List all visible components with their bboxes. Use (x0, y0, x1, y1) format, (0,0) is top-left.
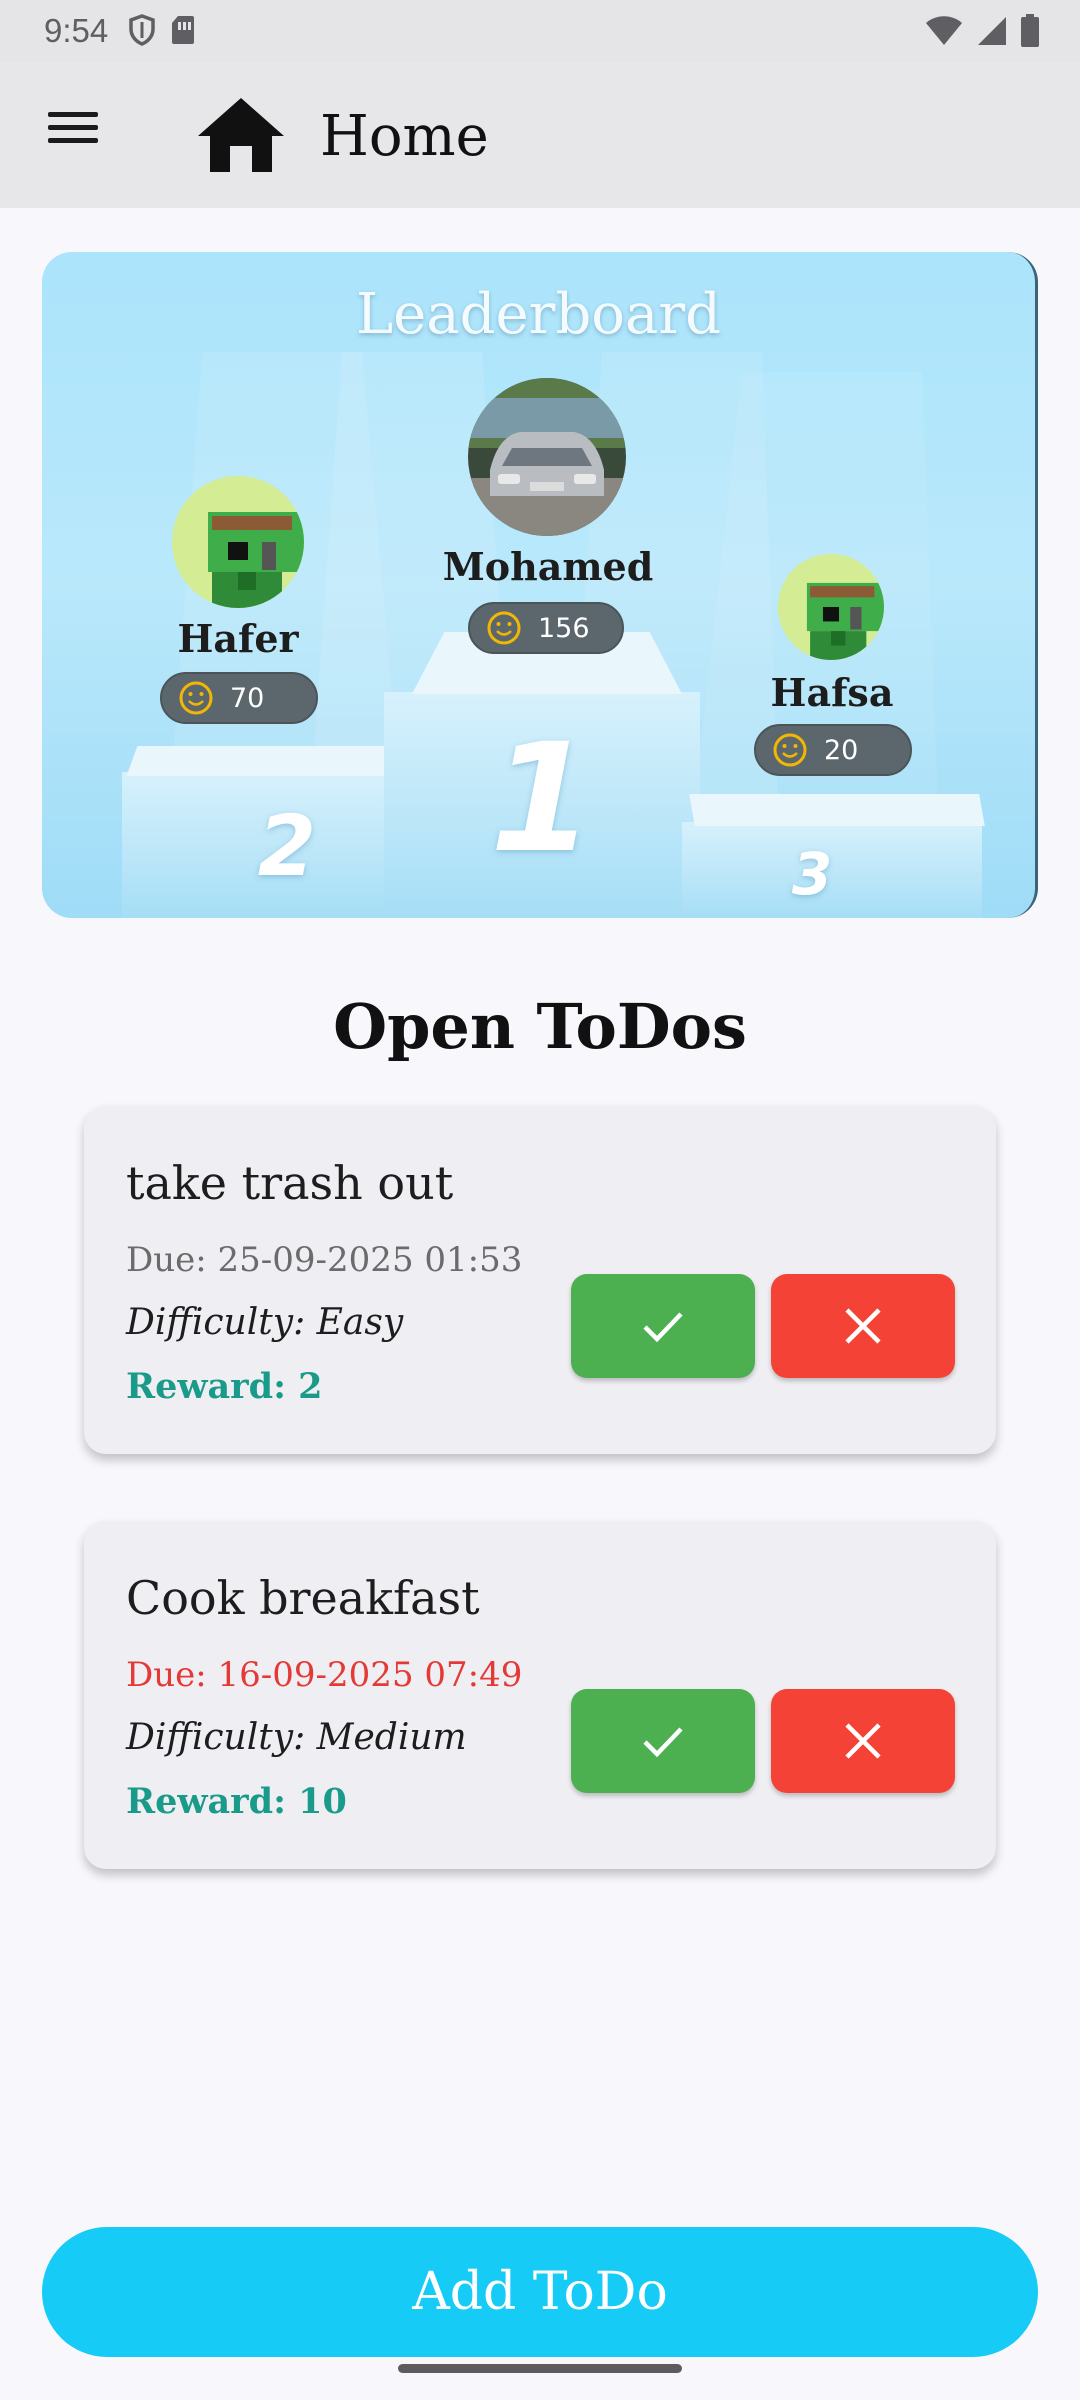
avatar-second-place[interactable] (172, 476, 304, 608)
leaderboard-title: Leaderboard (355, 282, 722, 347)
complete-todo-button[interactable] (571, 1274, 755, 1378)
home-icon (198, 98, 284, 172)
smiley-coin-icon (487, 611, 521, 645)
shield-icon (129, 14, 155, 46)
player-name-first: Mohamed (442, 544, 654, 589)
car-photo-icon (468, 378, 626, 536)
battery-icon (1021, 14, 1039, 47)
gesture-nav-bar[interactable] (398, 2364, 682, 2373)
status-right-icons (924, 14, 1040, 48)
todo-difficulty: Difficulty: Medium (126, 1717, 467, 1758)
player-name-second: Hafer (177, 616, 299, 661)
smiley-coin-icon (179, 681, 213, 715)
todo-due-date-overdue: Due: 16-09-2025 07:49 (126, 1655, 523, 1695)
avatar-third-place[interactable] (778, 554, 884, 660)
check-icon (643, 1727, 683, 1758)
player-name-third: Hafsa (770, 670, 894, 715)
podium-rank-3: 3 (791, 840, 833, 908)
todo-title: take trash out (126, 1156, 454, 1210)
score-badge-second: 70 (160, 672, 318, 724)
delete-todo-button[interactable] (771, 1274, 955, 1378)
podium-third-top (689, 794, 985, 826)
page-title: Home (320, 104, 489, 169)
todo-card[interactable]: take trash out Due: 25-09-2025 01:53 Dif… (84, 1106, 996, 1454)
score-value-third: 20 (824, 734, 859, 766)
score-value-first: 156 (538, 612, 590, 644)
close-icon (845, 1723, 881, 1759)
score-badge-first: 156 (468, 602, 624, 654)
podium-rank-2: 2 (257, 797, 317, 895)
status-bar: 9:54 (0, 0, 1080, 62)
app-bar: Home (0, 62, 1080, 208)
score-value-second: 70 (230, 682, 265, 714)
complete-todo-button[interactable] (571, 1689, 755, 1793)
status-left-icons (128, 14, 196, 46)
todo-reward: Reward: 2 (126, 1366, 323, 1407)
smiley-coin-icon (773, 733, 807, 767)
section-title-open-todos: Open ToDos (333, 990, 747, 1063)
delete-todo-button[interactable] (771, 1689, 955, 1793)
todo-difficulty: Difficulty: Easy (126, 1302, 404, 1343)
todo-card[interactable]: Cook breakfast Due: 16-09-2025 07:49 Dif… (84, 1521, 996, 1869)
pixel-character-icon (172, 476, 304, 608)
podium-rank-1: 1 (489, 712, 595, 886)
leaderboard-card: Leaderboard 2 1 3 Mohamed 156 Hafer 70 H… (42, 252, 1038, 918)
check-icon (643, 1312, 683, 1343)
close-icon (845, 1308, 881, 1344)
menu-icon[interactable] (40, 104, 106, 164)
wifi-icon (926, 16, 962, 45)
todo-reward: Reward: 10 (126, 1781, 347, 1822)
add-todo-button[interactable]: Add ToDo (42, 2227, 1038, 2357)
signal-icon (978, 17, 1006, 45)
todo-due-date: Due: 25-09-2025 01:53 (126, 1240, 523, 1280)
status-time: 9:54 (44, 12, 109, 49)
score-badge-third: 20 (754, 724, 912, 776)
sim-card-icon (172, 16, 194, 44)
todo-title: Cook breakfast (126, 1571, 480, 1625)
avatar-first-place[interactable] (468, 378, 626, 536)
pixel-character-icon (778, 554, 884, 660)
